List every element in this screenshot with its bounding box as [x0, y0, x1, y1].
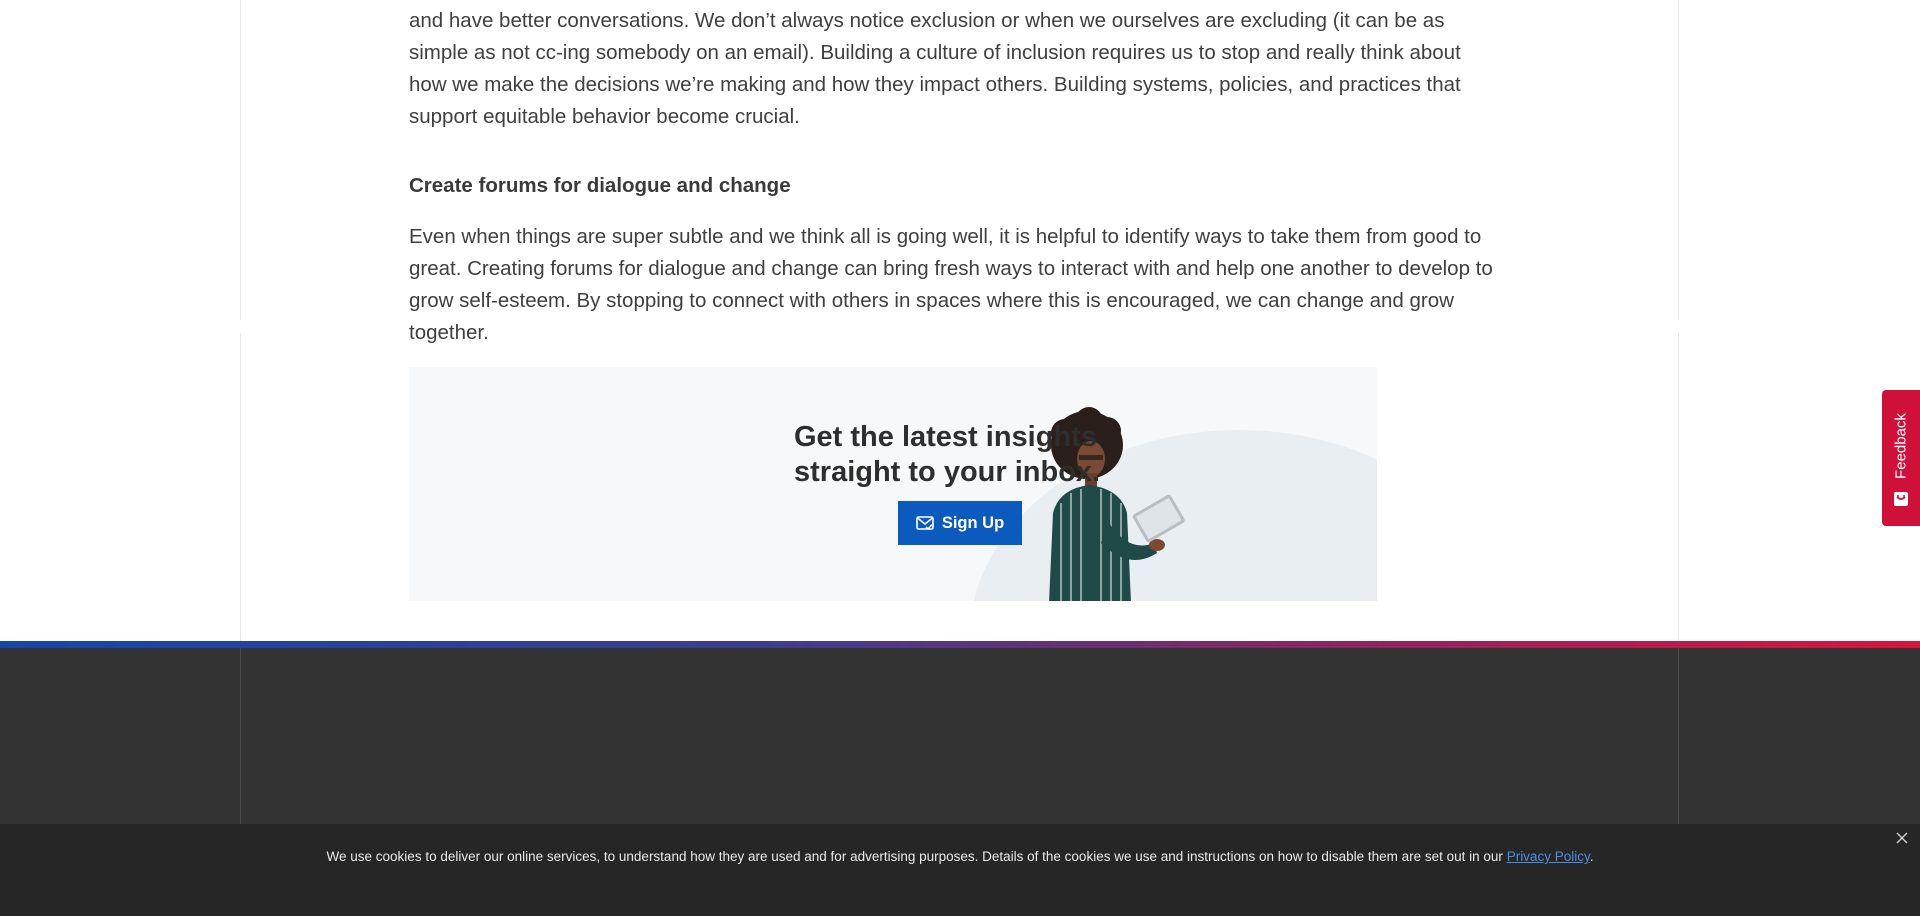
- page: and have better conversations. We don’t …: [0, 0, 1920, 916]
- envelope-check-icon: [916, 516, 934, 531]
- article-paragraph: Even when things are super subtle and we…: [409, 225, 1493, 344]
- article-subheading: Create forums for dialogue and change: [409, 174, 791, 197]
- cookie-text: We use cookies to deliver our online ser…: [326, 849, 1507, 864]
- promo-title: Get the latest insights straight to your…: [794, 420, 1100, 490]
- cookie-message: We use cookies to deliver our online ser…: [0, 848, 1920, 866]
- footer-gradient-stripe: [0, 641, 1920, 648]
- cookie-text-suffix: .: [1589, 849, 1594, 864]
- newsletter-promo: Get the latest insights straight to your…: [409, 367, 1377, 601]
- feedback-tab[interactable]: Feedback: [1882, 390, 1920, 526]
- sign-up-button[interactable]: Sign Up: [898, 501, 1022, 545]
- promo-title-line-1: Get the latest insights: [794, 421, 1097, 453]
- close-icon[interactable]: [1892, 828, 1912, 848]
- sign-up-label: Sign Up: [941, 513, 1005, 532]
- feedback-label: Feedback: [1892, 413, 1910, 479]
- article-paragraph: and have better conversations. We don’t …: [409, 9, 1461, 128]
- cookie-banner: We use cookies to deliver our online ser…: [0, 824, 1920, 916]
- promo-title-line-2: straight to your inbox.: [794, 456, 1101, 488]
- feedback-chat-icon: [1894, 492, 1908, 506]
- privacy-policy-link[interactable]: Privacy Policy: [1507, 849, 1590, 864]
